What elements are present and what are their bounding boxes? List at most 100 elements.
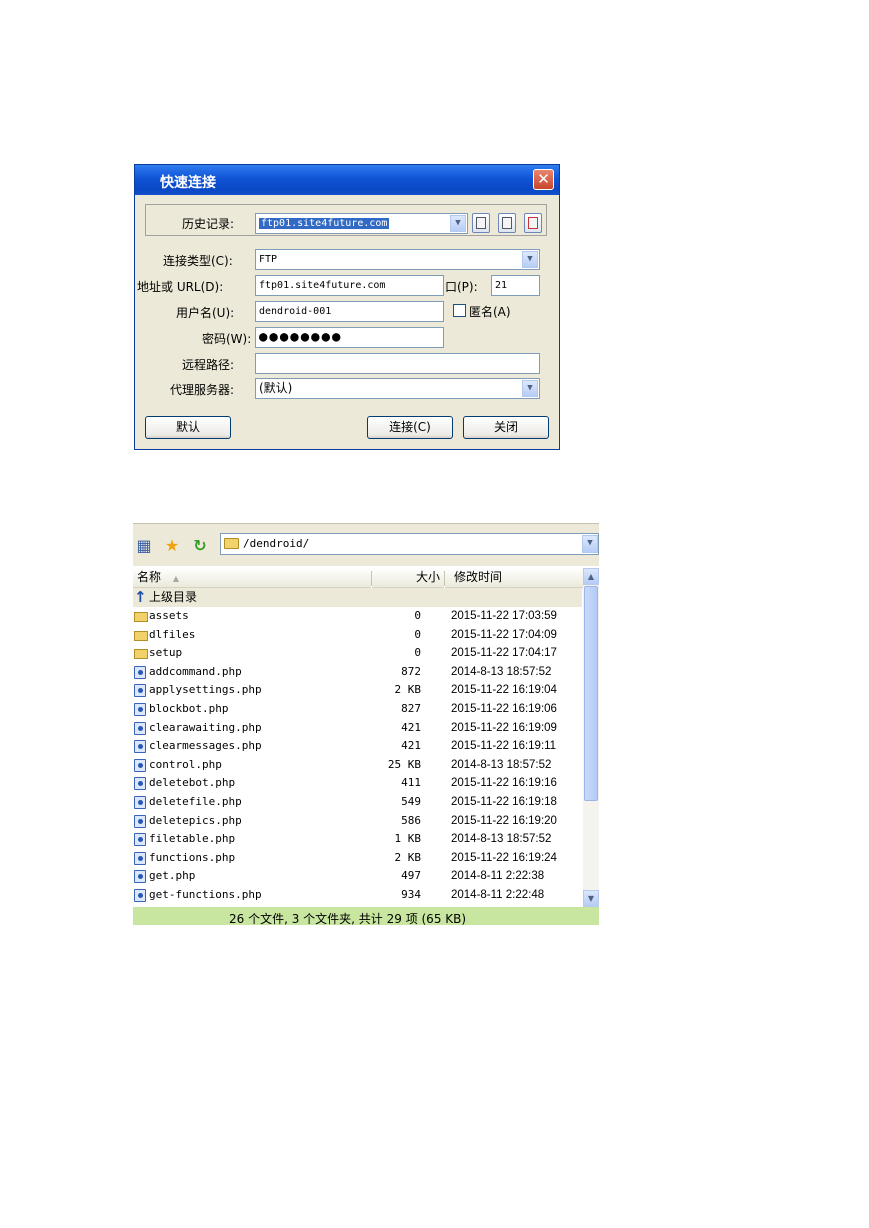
file-name: dlfiles (149, 627, 196, 641)
dialog-title: 快速连接 (160, 175, 216, 191)
column-header-size[interactable]: 大小 (372, 568, 444, 588)
remote-path-input[interactable] (255, 353, 540, 374)
php-file-icon (134, 740, 146, 754)
delete-icon (528, 217, 538, 229)
status-text: 26 个文件, 3 个文件夹, 共计 29 项 (65 KB) (229, 912, 467, 925)
history-delete-button[interactable] (524, 213, 542, 233)
file-size: 0 (414, 646, 421, 660)
site-manager-icon[interactable]: ▦ (135, 537, 153, 555)
file-modified: 2015-11-22 16:19:04 (451, 684, 557, 697)
table-row[interactable]: dlfiles 0 2015-11-22 17:04:09 (133, 626, 582, 645)
table-row[interactable]: deletepics.php 586 2015-11-22 16:19:20 (133, 812, 582, 831)
file-modified: 2015-11-22 16:19:18 (451, 796, 557, 808)
username-label: 用户名(U): (176, 306, 235, 320)
chevron-down-icon[interactable]: ▼ (522, 380, 538, 397)
scroll-down-icon[interactable]: ▼ (583, 890, 599, 907)
file-modified: 2015-11-22 16:19:09 (451, 721, 557, 734)
table-row[interactable]: functions.php 2 KB 2015-11-22 16:19:24 (133, 849, 582, 868)
table-row[interactable]: clearawaiting.php 421 2015-11-22 16:19:09 (133, 719, 582, 738)
file-size: 411 (401, 776, 421, 790)
connection-type-value: FTP (259, 254, 278, 265)
history-select[interactable]: ftp01.site4future.com ▼ (255, 213, 468, 234)
file-name: get.php (149, 869, 196, 883)
file-size: 827 (401, 702, 421, 715)
table-row[interactable]: filetable.php 1 KB 2014-8-13 18:57:52 (133, 830, 582, 849)
php-file-icon (134, 814, 146, 828)
chevron-down-icon[interactable]: ▼ (582, 535, 598, 553)
file-modified: 2015-11-22 16:19:24 (451, 851, 557, 864)
file-modified: 2014-8-11 2:22:48 (451, 889, 545, 901)
table-row[interactable]: setup 0 2015-11-22 17:04:17 (133, 644, 582, 663)
proxy-select[interactable]: (默认) ▼ (255, 378, 540, 399)
address-input[interactable]: ftp01.site4future.com (255, 275, 444, 296)
php-file-icon (134, 833, 146, 847)
history-add-button[interactable] (498, 213, 516, 233)
refresh-icon[interactable]: ↻ (191, 537, 209, 555)
parent-directory-label: 上级目录 (149, 590, 198, 604)
file-size: 586 (401, 813, 421, 827)
php-file-icon (134, 889, 146, 902)
file-modified: 2015-11-22 16:19:16 (451, 777, 557, 790)
table-row[interactable]: applysettings.php 2 KB 2015-11-22 16:19:04 (133, 681, 582, 700)
file-name: clearmessages.php (149, 739, 262, 753)
remote-file-panel: ▦ ★ ↻ /dendroid/ ▼ 名称 ▲ 大小 修改时间 ↑ 上级目录 a… (133, 523, 599, 925)
table-row[interactable]: deletefile.php 549 2015-11-22 16:19:18 (133, 793, 582, 812)
table-row[interactable]: get-functions.php 934 2014-8-11 2:22:48 (133, 886, 582, 905)
file-modified: 2015-11-22 17:04:17 (451, 647, 557, 660)
table-row[interactable]: assets 0 2015-11-22 17:03:59 (133, 607, 582, 626)
table-row[interactable]: deletebot.php 411 2015-11-22 16:19:16 (133, 774, 582, 793)
table-row[interactable]: control.php 25 KB 2014-8-13 18:57:52 (133, 756, 582, 775)
password-label: 密码(W): (202, 332, 252, 346)
file-size: 2 KB (394, 850, 422, 864)
default-button[interactable]: 默认 (145, 416, 231, 439)
dialog-titlebar[interactable]: 快速连接 ✕ (135, 165, 559, 195)
star-icon[interactable]: ★ (163, 537, 181, 555)
file-name: setup (149, 646, 183, 660)
file-size: 549 (401, 795, 421, 808)
php-file-icon (134, 851, 146, 865)
file-size: 421 (401, 720, 421, 734)
php-file-icon (134, 870, 146, 884)
anonymous-label: 匿名(A) (469, 305, 511, 319)
vertical-scrollbar[interactable]: ▲ ▼ (583, 568, 599, 907)
history-manage-button[interactable] (472, 213, 490, 233)
scroll-thumb[interactable] (584, 586, 598, 801)
column-header-modified[interactable]: 修改时间 (445, 568, 583, 588)
close-button[interactable]: 关闭 (463, 416, 549, 439)
connect-button[interactable]: 连接(C) (367, 416, 453, 439)
sort-ascending-icon: ▲ (172, 574, 179, 583)
close-icon[interactable]: ✕ (533, 169, 554, 190)
folder-icon (134, 649, 148, 660)
folder-icon (224, 538, 239, 549)
php-file-icon (134, 777, 146, 791)
proxy-value: (默认) (259, 381, 293, 395)
file-modified: 2015-11-22 17:04:09 (451, 628, 557, 641)
chevron-down-icon[interactable]: ▼ (450, 215, 466, 232)
anonymous-checkbox[interactable] (453, 304, 466, 317)
table-row[interactable]: get.php 497 2014-8-11 2:22:38 (133, 867, 582, 886)
file-modified: 2015-11-22 17:03:59 (451, 610, 557, 622)
status-bar: 26 个文件, 3 个文件夹, 共计 29 项 (65 KB) (133, 907, 599, 925)
php-file-icon (134, 721, 146, 735)
column-header-name[interactable]: 名称 ▲ (133, 568, 371, 588)
php-file-icon (134, 703, 146, 716)
file-name: applysettings.php (149, 683, 262, 697)
table-row[interactable]: addcommand.php 872 2014-8-13 18:57:52 (133, 663, 582, 682)
parent-directory-row[interactable]: ↑ 上级目录 (133, 588, 582, 607)
connection-type-select[interactable]: FTP ▼ (255, 249, 540, 270)
php-file-icon (134, 758, 146, 772)
chevron-down-icon[interactable]: ▼ (522, 251, 538, 268)
up-arrow-icon: ↑ (134, 588, 147, 606)
password-input[interactable]: ●●●●●●●● (255, 327, 444, 348)
path-combo[interactable]: /dendroid/ ▼ (220, 533, 599, 555)
php-file-icon (134, 665, 146, 679)
port-input[interactable]: 21 (491, 275, 540, 296)
table-row[interactable]: clearmessages.php 421 2015-11-22 16:19:11 (133, 737, 582, 756)
panel-toolbar: ▦ ★ ↻ /dendroid/ ▼ (133, 524, 599, 566)
table-row[interactable]: blockbot.php 827 2015-11-22 16:19:06 (133, 700, 582, 719)
file-size: 0 (414, 609, 421, 622)
file-size: 25 KB (387, 757, 421, 771)
username-input[interactable]: dendroid-001 (255, 301, 444, 322)
scroll-up-icon[interactable]: ▲ (583, 568, 599, 585)
add-icon (502, 217, 512, 229)
